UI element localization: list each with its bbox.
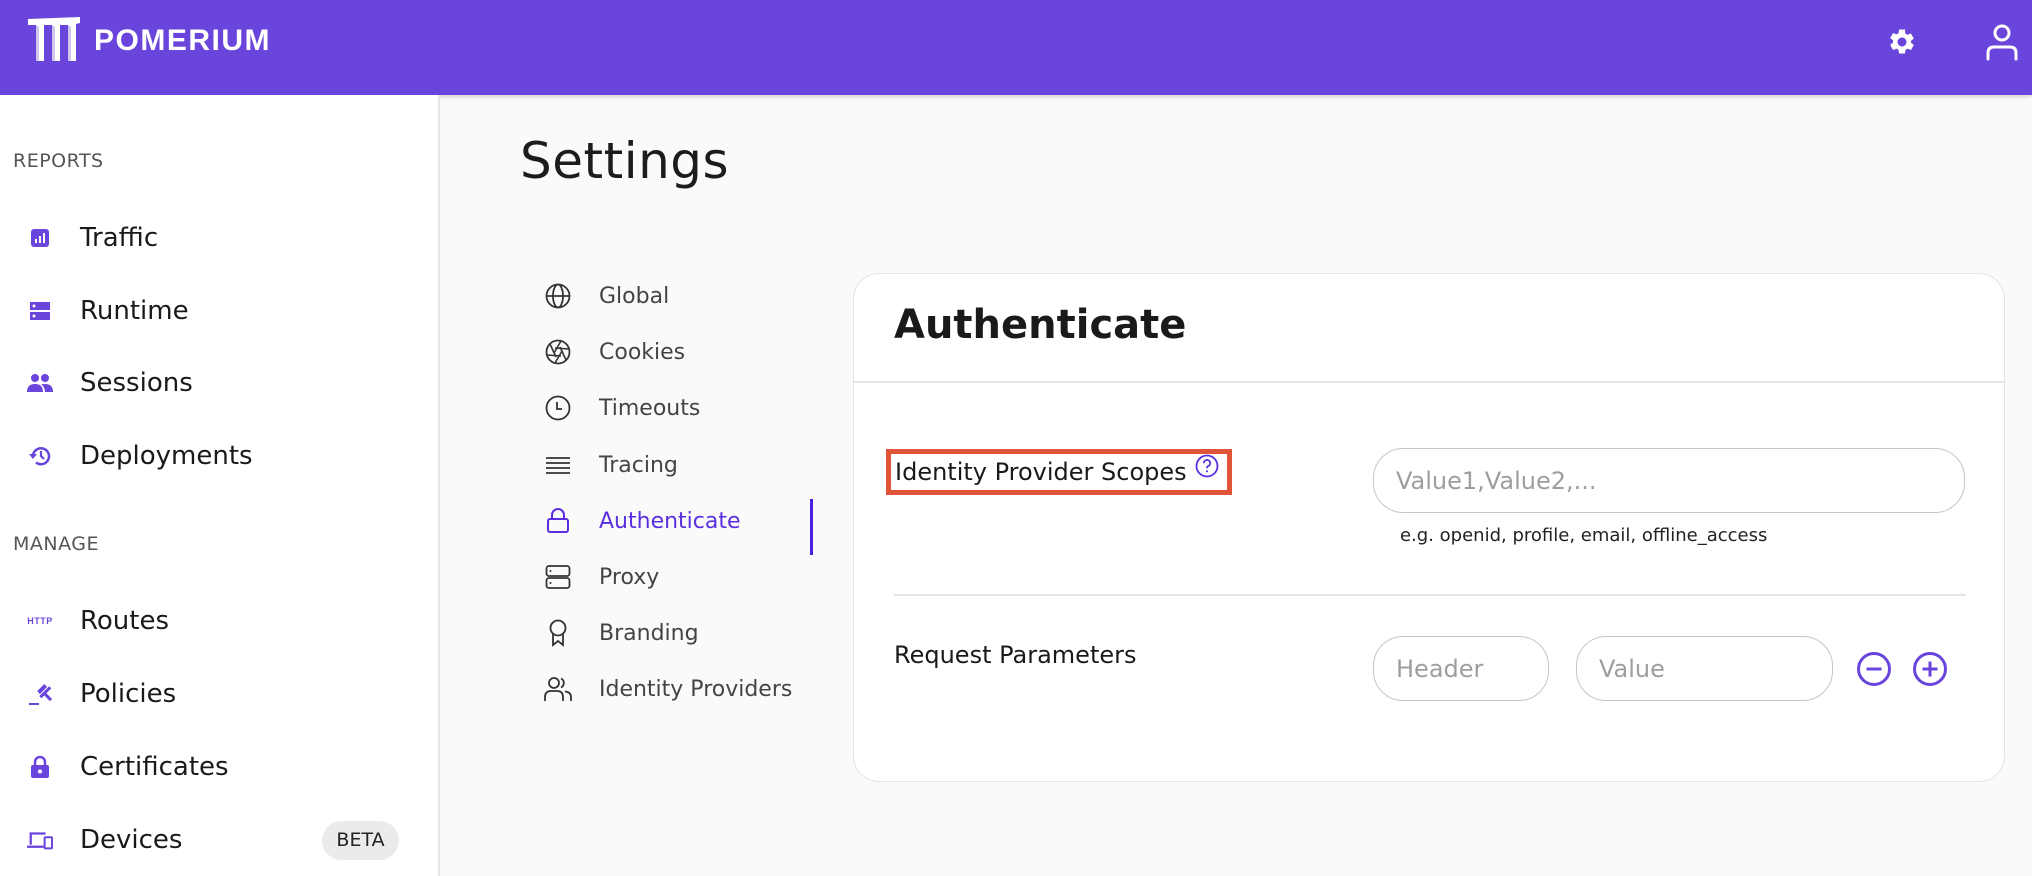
beta-badge: BETA <box>322 820 399 860</box>
sidebar-item-routes[interactable]: HTTP Routes <box>0 591 438 651</box>
section-label-reports: REPORTS <box>13 150 104 172</box>
section-label-manage: MANAGE <box>13 533 99 555</box>
lock-outline-icon <box>544 507 572 535</box>
settings-button[interactable] <box>1882 22 1922 62</box>
pomerium-logo[interactable]: POMERIUM <box>26 15 271 63</box>
devices-icon <box>27 827 53 853</box>
top-bar: POMERIUM <box>0 0 2032 95</box>
request-param-header-input[interactable] <box>1373 636 1549 701</box>
sidebar-item-traffic[interactable]: Traffic <box>0 208 438 268</box>
settings-nav-authenticate[interactable]: Authenticate <box>540 501 810 541</box>
sidebar: REPORTS Traffic Runtime Sessions Deploym… <box>0 95 440 876</box>
bar-chart-icon <box>27 225 53 251</box>
user-icon <box>1986 24 2018 61</box>
settings-nav-label: Cookies <box>599 339 686 365</box>
plus-circle-icon <box>1913 652 1947 686</box>
request-parameters-label: Request Parameters <box>894 641 1137 669</box>
settings-nav-identity-providers[interactable]: Identity Providers <box>540 669 810 709</box>
identity-provider-scopes-label: Identity Provider Scopes <box>886 449 1232 495</box>
sidebar-item-policies[interactable]: Policies <box>0 664 438 724</box>
scopes-helper-text: e.g. openid, profile, email, offline_acc… <box>1400 525 1768 546</box>
people-icon <box>27 370 53 396</box>
pomerium-logo-icon <box>28 17 80 61</box>
card-title: Authenticate <box>894 302 1187 348</box>
gavel-icon <box>27 681 53 707</box>
settings-nav-label: Identity Providers <box>599 676 793 702</box>
lock-icon <box>27 754 53 780</box>
minus-circle-icon <box>1857 652 1891 686</box>
sidebar-item-label: Routes <box>80 606 170 636</box>
settings-nav-label: Tracing <box>599 452 678 478</box>
history-icon <box>27 443 53 469</box>
scopes-label-text: Identity Provider Scopes <box>895 458 1187 486</box>
card-header-divider <box>854 381 2004 383</box>
add-param-button[interactable] <box>1912 651 1948 687</box>
authenticate-card: Authenticate Identity Provider Scopes e.… <box>853 273 2005 782</box>
user-menu-button[interactable] <box>1982 22 2022 62</box>
remove-param-button[interactable] <box>1856 651 1892 687</box>
sidebar-item-label: Policies <box>80 679 177 709</box>
row-divider <box>894 594 1966 596</box>
sidebar-item-label: Sessions <box>80 368 193 398</box>
server-icon <box>27 298 53 324</box>
users-icon <box>544 675 572 703</box>
page-title: Settings <box>520 132 730 190</box>
http-icon-text: HTTP <box>27 616 53 626</box>
sidebar-item-deployments[interactable]: Deployments <box>0 426 438 486</box>
sidebar-item-runtime[interactable]: Runtime <box>0 281 438 341</box>
sidebar-item-sessions[interactable]: Sessions <box>0 353 438 413</box>
settings-nav-global[interactable]: Global <box>540 276 810 316</box>
settings-nav-branding[interactable]: Branding <box>540 613 810 653</box>
request-param-value-input[interactable] <box>1576 636 1833 701</box>
settings-nav-cookies[interactable]: Cookies <box>540 332 810 372</box>
award-icon <box>544 619 572 647</box>
settings-nav-label: Proxy <box>599 564 660 590</box>
server-outline-icon <box>544 563 572 591</box>
active-indicator <box>810 499 813 555</box>
sidebar-item-label: Devices <box>80 825 183 855</box>
clock-icon <box>544 394 572 422</box>
aperture-icon <box>544 338 572 366</box>
gear-icon <box>1890 29 1914 54</box>
sidebar-item-certificates[interactable]: Certificates <box>0 737 438 797</box>
sidebar-item-devices[interactable]: Devices BETA <box>0 810 438 870</box>
identity-provider-scopes-input[interactable] <box>1373 448 1965 513</box>
sidebar-item-label: Runtime <box>80 296 189 326</box>
settings-nav-tracing[interactable]: Tracing <box>540 445 810 485</box>
settings-nav-proxy[interactable]: Proxy <box>540 557 810 597</box>
sidebar-item-label: Deployments <box>80 441 253 471</box>
sidebar-item-label: Traffic <box>80 223 159 253</box>
settings-nav-label: Timeouts <box>599 395 701 421</box>
lines-icon <box>544 451 572 479</box>
settings-nav-timeouts[interactable]: Timeouts <box>540 388 810 428</box>
help-icon[interactable] <box>1195 454 1219 478</box>
settings-nav-label: Branding <box>599 620 699 646</box>
settings-nav-label: Authenticate <box>599 508 741 534</box>
http-icon: HTTP <box>25 608 55 634</box>
globe-icon <box>544 282 572 310</box>
settings-nav-label: Global <box>599 283 670 309</box>
brand-name: POMERIUM <box>94 24 271 57</box>
sidebar-item-label: Certificates <box>80 752 229 782</box>
